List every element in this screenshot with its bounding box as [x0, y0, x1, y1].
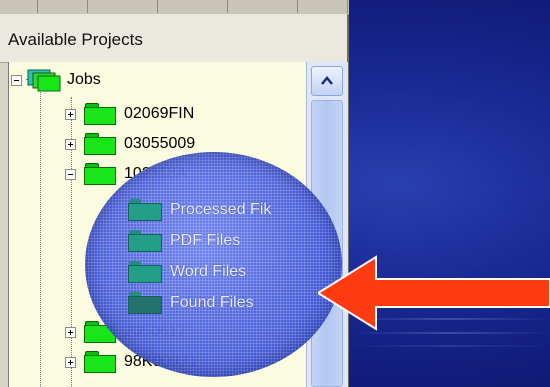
- tree-node-label: Found Files: [170, 294, 254, 311]
- pointer-arrow-icon: [318, 255, 550, 331]
- expand-toggle[interactable]: [65, 138, 76, 150]
- background-streak: [350, 345, 550, 347]
- tree-item-found-files[interactable]: Found Files: [128, 289, 254, 317]
- folder-icon: [128, 199, 162, 221]
- tree-node-label: Word Files: [170, 263, 247, 280]
- tree-node-label: 02069FIN: [124, 105, 195, 122]
- chevron-up-icon: [321, 76, 333, 85]
- scroll-up-button[interactable]: [311, 66, 343, 96]
- panel-header: Available Projects: [0, 14, 347, 63]
- folder-icon: [84, 163, 116, 185]
- tree-item-processed-files[interactable]: Processed Fik: [128, 196, 271, 224]
- folder-icon: [84, 103, 116, 125]
- tree-item-word-files[interactable]: Word Files: [128, 258, 246, 286]
- folder-icon: [128, 261, 162, 283]
- tree-item-pdf-files[interactable]: PDF Files: [128, 227, 240, 255]
- collapse-toggle[interactable]: [11, 74, 22, 86]
- magnifier-callout: Processed Fik PDF Files Word Files Found…: [85, 152, 342, 377]
- folder-icon: [128, 292, 162, 314]
- tree-node-label: 03055009: [124, 135, 196, 152]
- jobs-folder-stack-icon: [27, 69, 61, 92]
- tree-item-03055009[interactable]: 03055009: [65, 129, 195, 159]
- folder-icon: [84, 351, 116, 373]
- panel-title: Available Projects: [8, 30, 143, 49]
- tree-item-02069fin[interactable]: 02069FIN: [65, 99, 194, 129]
- column-header-strip: [0, 0, 349, 15]
- tree-node-label: Jobs: [67, 71, 101, 88]
- expand-toggle[interactable]: [65, 108, 76, 120]
- collapse-toggle[interactable]: [65, 168, 76, 180]
- tree-node-label: PDF Files: [170, 232, 241, 249]
- background-streak: [350, 332, 550, 334]
- expand-toggle[interactable]: [65, 326, 76, 338]
- expand-toggle[interactable]: [65, 356, 76, 368]
- folder-icon: [84, 133, 116, 155]
- tree-root-jobs[interactable]: Jobs: [11, 65, 101, 95]
- folder-icon: [128, 230, 162, 252]
- tree-node-label: Processed Fik: [170, 201, 272, 218]
